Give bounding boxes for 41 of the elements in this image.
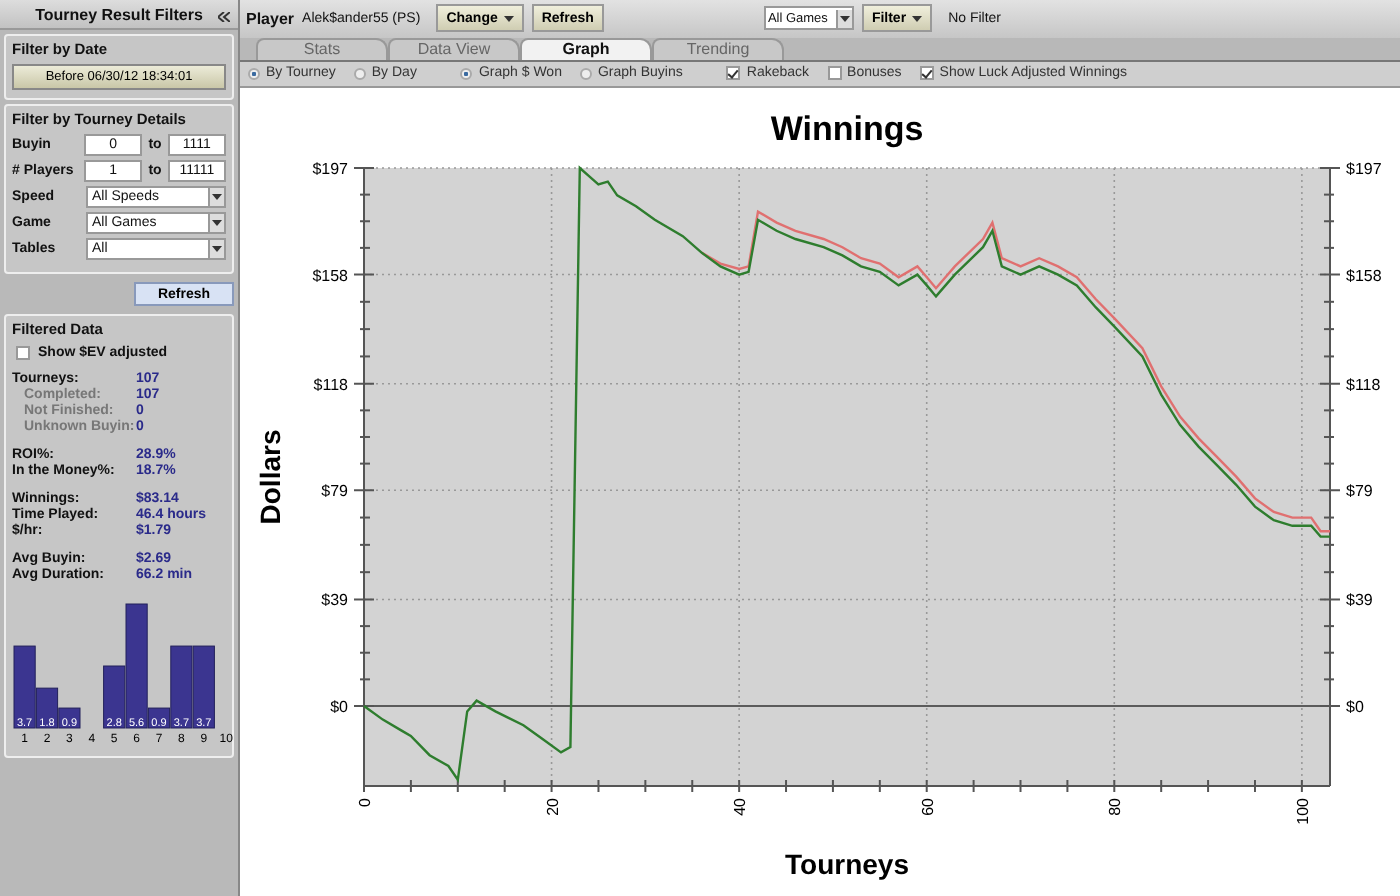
tab[interactable]: Data View [388,37,520,60]
histogram-bar [192,645,215,729]
caret-icon [839,15,850,22]
y-tick-label: $39 [321,591,348,610]
y-tick-label: $0 [1346,698,1364,716]
radio-button[interactable] [248,67,260,80]
y-axis-title: Dollars [254,429,286,525]
checkbox[interactable] [827,66,842,81]
y-tick-label: $79 [321,482,348,501]
y-tick-label: $197 [312,160,348,179]
x-tick-label: 20 [543,798,562,816]
caret-icon [212,220,222,226]
collapse-icon [218,12,230,22]
y-tick-label: $158 [1346,266,1382,285]
x-tick-label: 60 [918,798,937,816]
caret-icon [912,15,923,22]
checkbox[interactable] [16,346,30,360]
player-label: Player [246,9,295,28]
x-tick-label: 0 [356,798,374,807]
radio-button[interactable] [579,67,592,80]
caret-icon [212,246,222,252]
x-tick-label: 80 [1106,798,1125,816]
caret-icon [212,194,222,200]
x-tick-label: 40 [731,798,750,816]
caret-icon [503,15,514,22]
y-tick-label: $39 [1346,591,1373,610]
x-axis-title: Tourneys [785,848,909,881]
radio-button[interactable] [460,67,473,80]
y-tick-label: $0 [330,698,348,716]
y-tick-label: $118 [1346,375,1381,394]
radio-button[interactable] [353,67,366,80]
tab[interactable]: Graph [520,37,652,60]
y-tick-label: $118 [313,375,348,394]
x-tick-label: 100 [1293,798,1312,825]
checkbox[interactable] [919,66,934,81]
y-tick-label: $79 [1346,482,1373,501]
chart-title: Winnings [770,110,924,149]
panel-title: Tourney Result Filters [35,5,203,23]
checkbox[interactable] [726,66,741,81]
y-tick-label: $197 [1346,160,1382,179]
y-tick-label: $158 [312,266,348,285]
